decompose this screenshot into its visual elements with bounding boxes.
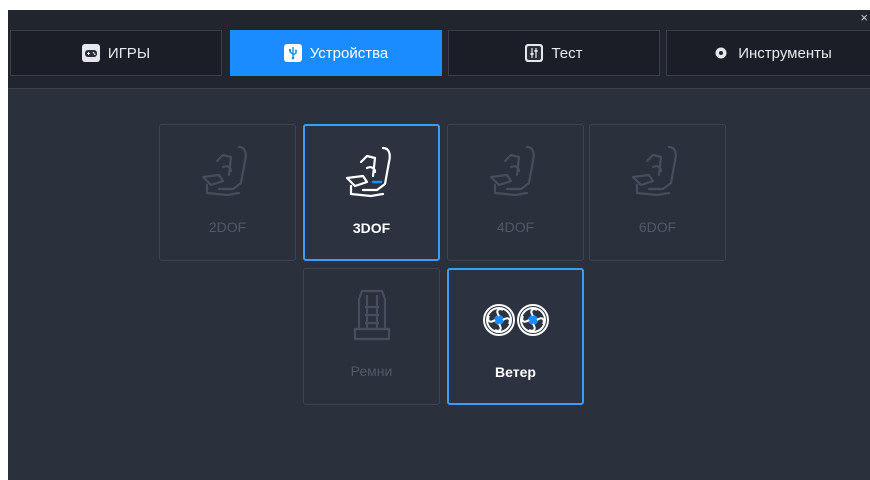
fans-icon: [481, 286, 551, 350]
usb-icon: [283, 44, 302, 62]
device-label: 6DOF: [638, 219, 677, 235]
tab-games[interactable]: ИГРЫ: [10, 30, 222, 76]
app-window: ИГРЫ Устройства Тест Инструменты × 2DOF …: [8, 10, 870, 480]
gear-icon: [712, 44, 730, 62]
device-card-3dof[interactable]: 3DOF: [303, 124, 440, 261]
device-label: 3DOF: [352, 220, 391, 236]
motion-seat-icon: [623, 141, 693, 205]
tab-tools[interactable]: Инструменты: [666, 30, 870, 76]
seat-belt-icon: [337, 285, 407, 349]
close-icon[interactable]: ×: [860, 11, 868, 25]
device-card-4dof[interactable]: 4DOF: [447, 124, 584, 261]
tab-test[interactable]: Тест: [448, 30, 660, 76]
device-card-6dof[interactable]: 6DOF: [589, 124, 726, 261]
tab-devices-label: Устройства: [309, 44, 389, 62]
tab-games-label: ИГРЫ: [107, 44, 151, 62]
motion-seat-icon: [193, 141, 263, 205]
tab-test-label: Тест: [551, 44, 583, 62]
device-card-wind[interactable]: Ветер: [447, 268, 584, 405]
divider: [8, 88, 870, 89]
motion-seat-icon: [481, 141, 551, 205]
sliders-icon: [525, 44, 544, 62]
gamepad-icon: [81, 44, 100, 62]
device-label: 2DOF: [208, 219, 247, 235]
tab-tools-label: Инструменты: [738, 44, 832, 62]
motion-seat-icon: [337, 142, 407, 206]
device-label: Ремни: [350, 363, 393, 379]
device-card-belts[interactable]: Ремни: [303, 268, 440, 405]
top-strip: [0, 0, 870, 10]
tab-bar: ИГРЫ Устройства Тест Инструменты: [8, 10, 870, 88]
device-card-2dof[interactable]: 2DOF: [159, 124, 296, 261]
device-label: 4DOF: [496, 219, 535, 235]
tab-devices[interactable]: Устройства: [230, 30, 442, 76]
device-label: Ветер: [495, 364, 536, 380]
